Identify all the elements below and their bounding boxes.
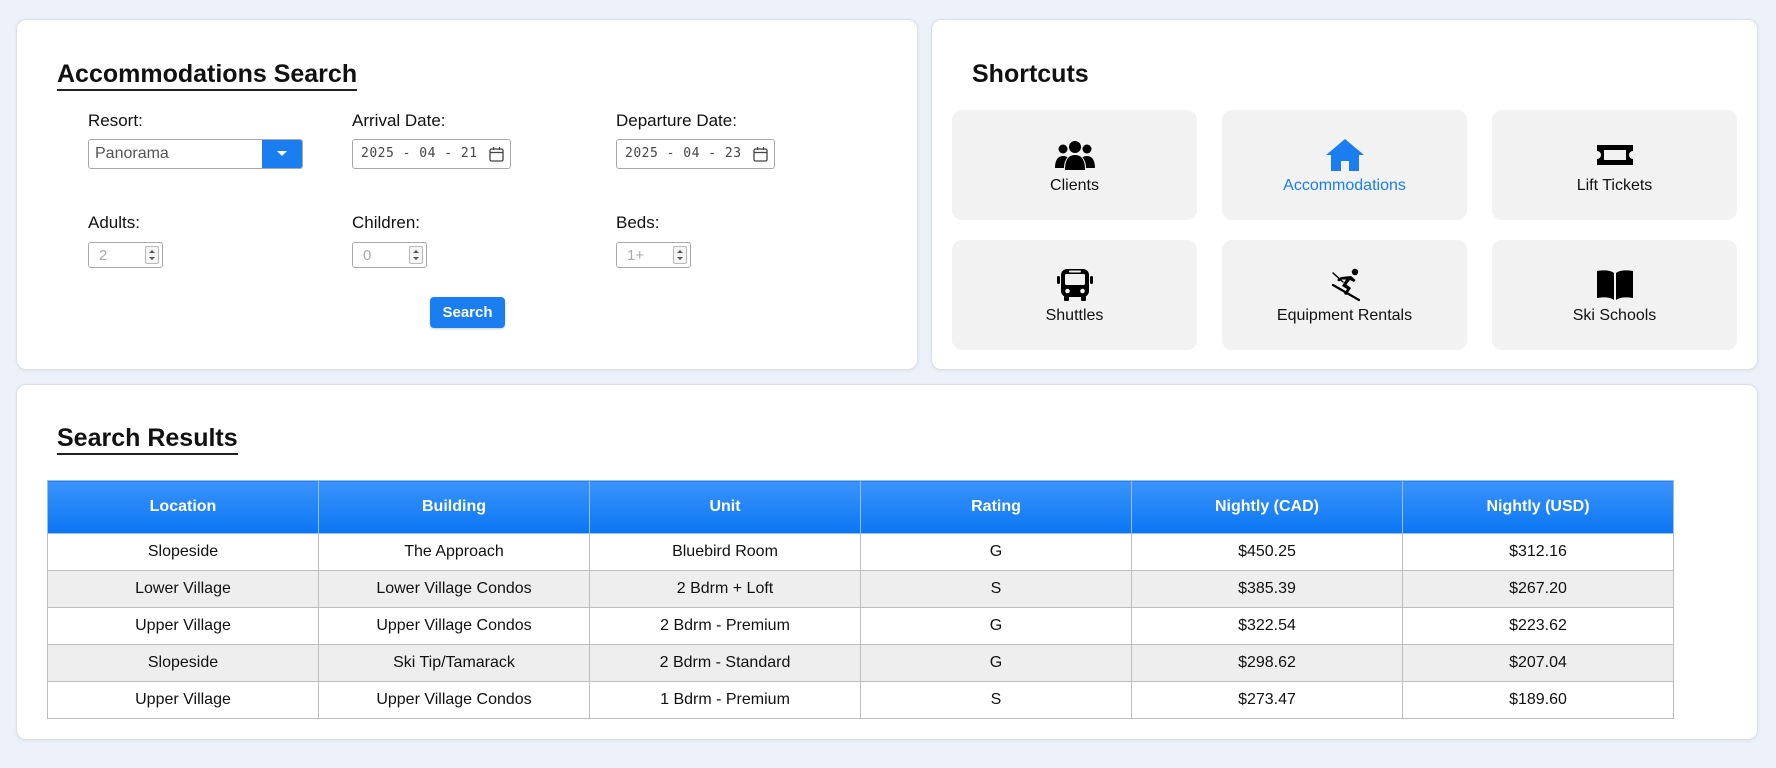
cell-nightly-cad: $385.39 [1131,570,1403,608]
cell-nightly-usd: $223.62 [1402,607,1674,645]
bus-icon [1055,268,1095,302]
shortcut-clients[interactable]: Clients [952,110,1197,220]
column-header-nightly-usd[interactable]: Nightly (USD) [1402,480,1674,534]
arrival-date-label: Arrival Date: [352,111,446,130]
cell-location: Slopeside [47,644,319,682]
shortcut-label: Lift Tickets [1576,177,1653,194]
cell-nightly-cad: $273.47 [1131,681,1403,719]
cell-nightly-cad: $298.62 [1131,644,1403,682]
cell-building: Upper Village Condos [318,681,590,719]
cell-building: Lower Village Condos [318,570,590,608]
children-label: Children: [352,213,421,232]
arrival-date-input[interactable]: 2025 - 04 - 21 [352,139,511,169]
column-header-location[interactable]: Location [47,480,319,534]
table-row[interactable]: Upper Village Upper Village Condos 2 Bdr… [47,607,1674,645]
search-results-panel: Search Results Location Building Unit Ra… [16,384,1758,740]
cell-unit: 2 Bdrm + Loft [589,570,861,608]
cell-rating: S [860,681,1132,719]
column-header-unit[interactable]: Unit [589,480,861,534]
shortcut-label: Clients [1050,177,1099,194]
spinner-arrows-icon [413,250,419,260]
results-title: Search Results [57,424,238,455]
skier-icon [1325,268,1365,302]
calendar-icon[interactable] [489,146,504,162]
cell-nightly-usd: $207.04 [1402,644,1674,682]
shortcut-shuttles[interactable]: Shuttles [952,240,1197,350]
departure-date-input[interactable]: 2025 - 04 - 23 [616,139,775,169]
cell-location: Upper Village [47,681,319,719]
cell-rating: G [860,644,1132,682]
caret-down-icon [277,151,287,156]
children-stepper[interactable]: 0 [352,242,427,268]
shortcut-equipment-rentals[interactable]: Equipment Rentals [1222,240,1467,350]
cell-location: Slopeside [47,533,319,571]
resort-label: Resort: [88,111,143,130]
accommodations-search-panel: Accommodations Search Resort: Panorama A… [16,19,918,370]
children-spinner[interactable] [409,246,423,264]
cell-rating: G [860,607,1132,645]
shortcut-accommodations[interactable]: Accommodations [1222,110,1467,220]
table-header-row: Location Building Unit Rating Nightly (C… [47,480,1674,534]
book-icon [1595,268,1635,302]
shortcut-label: Ski Schools [1572,307,1657,324]
cell-unit: 2 Bdrm - Premium [589,607,861,645]
table-row[interactable]: Slopeside The Approach Bluebird Room G $… [47,533,1674,571]
resort-select[interactable]: Panorama [88,139,303,169]
table-row[interactable]: Lower Village Lower Village Condos 2 Bdr… [47,570,1674,608]
spinner-arrows-icon [149,250,155,260]
beds-spinner[interactable] [673,246,687,264]
table-row[interactable]: Upper Village Upper Village Condos 1 Bdr… [47,681,1674,719]
cell-nightly-usd: $189.60 [1402,681,1674,719]
beds-label: Beds: [616,213,660,232]
results-table: Location Building Unit Rating Nightly (C… [47,480,1674,719]
calendar-icon[interactable] [753,146,768,162]
cell-unit: 1 Bdrm - Premium [589,681,861,719]
column-header-nightly-cad[interactable]: Nightly (CAD) [1131,480,1403,534]
adults-label: Adults: [88,213,140,232]
cell-location: Lower Village [47,570,319,608]
resort-dropdown-button[interactable] [262,140,302,168]
cell-unit: 2 Bdrm - Standard [589,644,861,682]
shortcut-ski-schools[interactable]: Ski Schools [1492,240,1737,350]
cell-location: Upper Village [47,607,319,645]
search-title: Accommodations Search [57,60,358,91]
beds-value: 1+ [627,247,645,264]
adults-stepper[interactable]: 2 [88,242,163,268]
cell-unit: Bluebird Room [589,533,861,571]
cell-rating: G [860,533,1132,571]
cell-nightly-usd: $312.16 [1402,533,1674,571]
arrival-date-value: 2025 - 04 - 21 [361,146,478,161]
search-button[interactable]: Search [430,297,505,328]
cell-building: Upper Village Condos [318,607,590,645]
cell-building: Ski Tip/Tamarack [318,644,590,682]
departure-date-label: Departure Date: [616,111,737,130]
table-row[interactable]: Slopeside Ski Tip/Tamarack 2 Bdrm - Stan… [47,644,1674,682]
cell-rating: S [860,570,1132,608]
shortcuts-panel: Shortcuts Clients Accommodations Lift Ti… [931,19,1758,370]
adults-spinner[interactable] [145,246,159,264]
home-icon [1325,138,1365,172]
shortcut-lift-tickets[interactable]: Lift Tickets [1492,110,1737,220]
adults-value: 2 [99,247,108,264]
users-icon [1054,138,1095,172]
cell-building: The Approach [318,533,590,571]
shortcut-label: Shuttles [1045,307,1104,324]
cell-nightly-cad: $322.54 [1131,607,1403,645]
column-header-building[interactable]: Building [318,480,590,534]
shortcut-label: Equipment Rentals [1276,307,1413,324]
shortcut-label: Accommodations [1283,177,1406,194]
cell-nightly-usd: $267.20 [1402,570,1674,608]
shortcuts-title: Shortcuts [972,60,1089,88]
beds-stepper[interactable]: 1+ [616,242,691,268]
cell-nightly-cad: $450.25 [1131,533,1403,571]
departure-date-value: 2025 - 04 - 23 [625,146,742,161]
resort-select-value: Panorama [95,145,169,162]
ticket-icon [1595,138,1635,172]
spinner-arrows-icon [677,250,683,260]
children-value: 0 [363,247,372,264]
column-header-rating[interactable]: Rating [860,480,1132,534]
